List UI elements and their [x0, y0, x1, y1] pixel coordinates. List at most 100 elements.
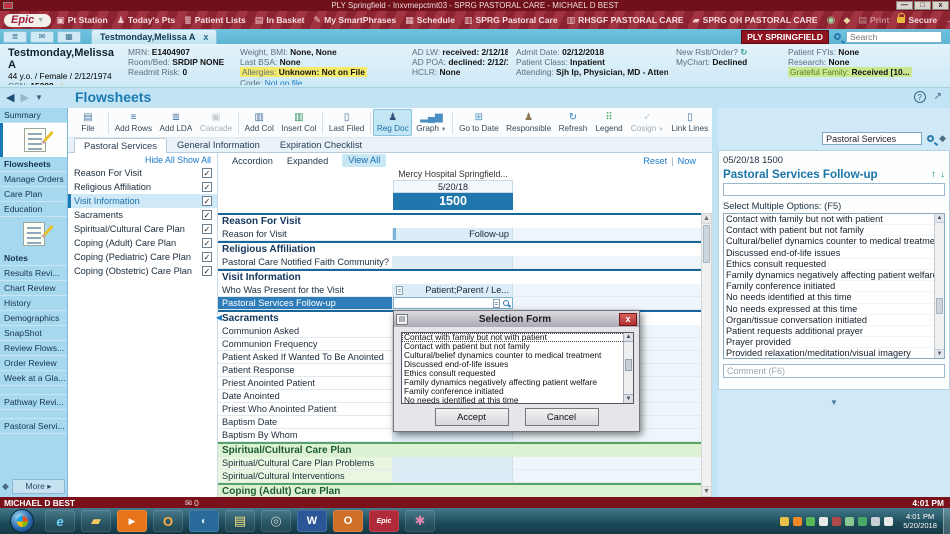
multi-select-option[interactable]: Contact with family but not with patient [724, 214, 934, 225]
grid-vertical-scrollbar[interactable]: ▲ ▼ [701, 213, 712, 497]
checkbox[interactable]: ✓ [202, 168, 212, 178]
panel-expand-icon[interactable]: ▼ [718, 398, 950, 407]
checkbox[interactable]: ✓ [202, 266, 212, 276]
sidebar-item-pathway-revi[interactable]: Pathway Revi... [0, 395, 67, 410]
forward-arrow-icon[interactable]: ▶ [20, 91, 28, 104]
internet-explorer-icon[interactable]: e [45, 510, 75, 532]
star-icon[interactable]: ★ [58, 82, 65, 85]
checkbox[interactable]: ✓ [202, 182, 212, 192]
outlook-icon[interactable]: O [333, 510, 363, 532]
group-row-spiritual-cultural-care-plan[interactable]: Spiritual/Cultural Care Plan✓ [68, 222, 217, 236]
multi-select-option[interactable]: Provided relaxation/meditation/visual im… [724, 348, 934, 359]
flowsheet-row-label[interactable]: Who Was Present for the Visit [218, 284, 393, 296]
history-dropdown-icon[interactable]: ▼ [35, 93, 43, 102]
flowsheet-row-spiritual-cultural-care-plan-problems[interactable]: Spiritual/Cultural Care Plan Problems [218, 457, 701, 470]
flowsheet-cell[interactable]: Patient;Parent / Le... [393, 284, 513, 296]
show-desktop-button[interactable] [943, 508, 950, 534]
hide-all-link[interactable]: Hide All [145, 155, 175, 165]
checkbox[interactable]: ✓ [202, 252, 212, 262]
flowsheet-cell[interactable] [393, 470, 513, 482]
sidebar-item-demographics[interactable]: Demographics [0, 311, 67, 326]
flowsheet-row-pastoral-care-notified-faith-community[interactable]: Pastoral Care Notified Faith Community? [218, 256, 701, 269]
sidebar-item-week-at-a-gla[interactable]: Week at a Gla... [0, 371, 67, 386]
scroll-down-icon[interactable]: ▼ [624, 394, 633, 403]
scrollbar-thumb[interactable] [625, 359, 632, 371]
sync-icon[interactable] [845, 517, 854, 526]
add-rows-button[interactable]: ≡Add Rows [111, 109, 156, 136]
taskbar-clock[interactable]: 4:01 PM 5/20/2018 [897, 512, 943, 530]
secure-button[interactable]: Secure [897, 15, 937, 25]
dialog-option[interactable]: Contact with family but not with patient [402, 333, 633, 342]
legend-button[interactable]: ⠿Legend [591, 109, 627, 136]
volume-icon[interactable] [884, 517, 893, 526]
shield-icon[interactable] [780, 517, 789, 526]
app-blue-icon[interactable]: ◐ [189, 510, 219, 532]
epic-menu-rhsgf-pastoral-care[interactable]: ▥RHSGF PASTORAL CARE [567, 15, 684, 26]
flowsheet-row-label[interactable]: Communion Asked [218, 325, 393, 337]
display-icon[interactable] [871, 517, 880, 526]
flowsheet-row-label[interactable]: Patient Response [218, 364, 393, 376]
group-row-reason-for-visit[interactable]: Reason For Visit✓ [68, 166, 217, 180]
scrollbar-thumb[interactable] [703, 225, 710, 263]
scroll-up-icon[interactable]: ▲ [935, 214, 944, 223]
tab-pastoral-services[interactable]: Pastoral Services [74, 138, 167, 153]
link-lines-button[interactable]: ▯Link Lines [668, 109, 712, 136]
add-lda-button[interactable]: ≣Add LDA [156, 109, 196, 136]
scroll-up-icon[interactable]: ▲ [702, 214, 711, 224]
sidebar-notes-tile[interactable] [0, 217, 67, 251]
refresh-button[interactable]: ↻Refresh [555, 109, 591, 136]
epic-menu-in-basket[interactable]: ▤In Basket [255, 15, 305, 26]
dialog-option[interactable]: Discussed end-of-life issues [402, 360, 633, 369]
flowsheet-row-label[interactable]: Communion Frequency [218, 338, 393, 350]
flowsheet-row-pastoral-services-follow-up[interactable]: Pastoral Services Follow-up [218, 297, 701, 310]
accept-button[interactable]: Accept [435, 408, 509, 426]
flowsheet-row-spiritual-cultural-interventions[interactable]: Spiritual/Cultural Interventions [218, 470, 701, 483]
sidebar-item-history[interactable]: History [0, 296, 67, 311]
tab-expiration-checklist[interactable]: Expiration Checklist [270, 137, 372, 152]
word-icon[interactable]: W [297, 510, 327, 532]
group-row-sacraments[interactable]: Sacraments✓ [68, 208, 217, 222]
dialog-option[interactable]: No needs identified at this time [402, 396, 633, 404]
back-arrow-icon[interactable]: ◀ [6, 91, 14, 104]
flowsheet-row-label[interactable]: Pastoral Services Follow-up [218, 297, 393, 309]
group-row-religious-affiliation[interactable]: Religious Affiliation✓ [68, 180, 217, 194]
show-all-link[interactable]: Show All [177, 155, 211, 165]
group-row-coping-adult-care-plan[interactable]: Coping (Adult) Care Plan✓ [68, 236, 217, 250]
dialog-close-icon[interactable]: x [619, 313, 637, 326]
flowsheet-cell[interactable]: Follow-up [393, 228, 513, 240]
close-button[interactable]: x [932, 1, 949, 10]
epic-icon[interactable]: Epic [369, 510, 399, 532]
dialog-titlebar[interactable]: ▤ Selection Form x [394, 311, 639, 327]
new-doc-icon[interactable] [493, 299, 500, 308]
scrollbar-thumb[interactable] [936, 298, 943, 314]
listbox-scrollbar[interactable]: ▲ ▼ [934, 214, 944, 358]
multi-select-option[interactable]: Cultural/belief dynamics counter to medi… [724, 236, 934, 247]
epic-menu-schedule[interactable]: ▦Schedule [405, 15, 455, 26]
flag-icon[interactable] [858, 517, 867, 526]
sidebar-item-review-flows[interactable]: Review Flows... [0, 341, 67, 356]
in-basket-shortcut-icon[interactable]: ✉ [30, 31, 54, 43]
multi-select-option[interactable]: Contact with patient but not family [724, 225, 934, 236]
epic-menu-today-s-pts[interactable]: ♟Today's Pts [117, 15, 175, 26]
group-row-coping-obstetric-care-plan[interactable]: Coping (Obstetric) Care Plan✓ [68, 264, 217, 278]
wrench-icon[interactable]: ◆ [939, 133, 946, 144]
patient-lists-shortcut-icon[interactable]: ≣ [3, 31, 27, 43]
multi-select-option[interactable]: Family conference initiated [724, 281, 934, 292]
checkbox[interactable]: ✓ [202, 196, 212, 206]
flowsheet-row-reason-for-visit[interactable]: Reason for VisitFollow-up [218, 228, 701, 241]
file-explorer-icon[interactable]: ▰ [81, 510, 111, 532]
refresh-icon[interactable]: ↻ [740, 47, 747, 57]
sidebar-item-notes[interactable]: Notes [0, 251, 67, 266]
globe-icon[interactable]: ◉ [827, 15, 836, 26]
dialog-option[interactable]: Ethics consult requested [402, 369, 633, 378]
sidebar-item-manage-orders[interactable]: Manage Orders [0, 172, 67, 187]
multi-select-option[interactable]: Family dynamics negatively affecting pat… [724, 270, 934, 281]
minimize-button[interactable]: — [896, 1, 913, 10]
update-icon[interactable] [793, 517, 802, 526]
flowsheet-row-label[interactable]: Baptism By Whom [218, 429, 393, 441]
sidebar-item-flowsheets[interactable]: Flowsheets [0, 157, 67, 172]
reg-doc-button[interactable]: ♟Reg Doc [373, 109, 412, 136]
sidebar-item-chart-review[interactable]: Chart Review [0, 281, 67, 296]
column-header-hospital[interactable]: Mercy Hospital Springfield... [368, 168, 538, 180]
insert-col-button[interactable]: ▥Insert Col [278, 109, 321, 136]
